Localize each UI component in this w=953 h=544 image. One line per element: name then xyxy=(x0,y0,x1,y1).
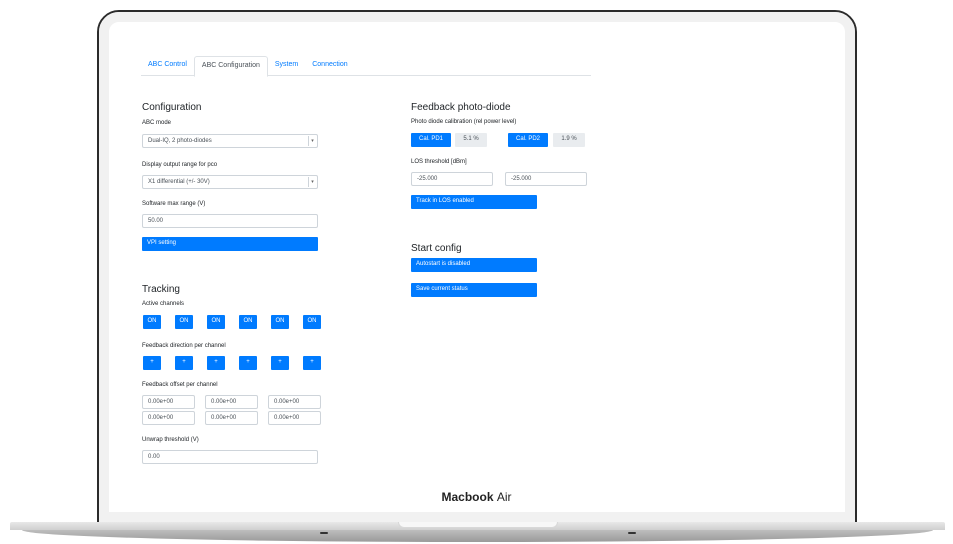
abc-mode-value: Dual-IQ, 2 photo-diodes xyxy=(148,138,212,144)
channel-2-direction-button[interactable]: + xyxy=(175,356,193,370)
pd-calibration-label: Photo diode calibration (rel power level… xyxy=(411,119,517,125)
display-range-select[interactable]: X1 differential (+/- 30V) ▾ xyxy=(142,175,318,189)
los-threshold-2-input[interactable]: -25.000 xyxy=(505,172,587,186)
active-channels-label: Active channels xyxy=(142,301,185,307)
channel-6-direction-button[interactable]: + xyxy=(303,356,321,370)
start-config-heading: Start config xyxy=(411,243,462,254)
abc-mode-select[interactable]: Dual-IQ, 2 photo-diodes ▾ xyxy=(142,134,318,148)
software-max-input[interactable]: 50.00 xyxy=(142,214,318,228)
pd1-value: 5.1 % xyxy=(455,133,487,147)
configuration-heading: Configuration xyxy=(142,102,202,113)
channel-1-offset-input[interactable]: 0.00e+00 xyxy=(142,395,195,409)
channel-5-direction-button[interactable]: + xyxy=(271,356,289,370)
track-in-los-button[interactable]: Track in LOS enabled xyxy=(411,195,537,209)
tracking-heading: Tracking xyxy=(142,284,180,295)
feedback-offset-label: Feedback offset per channel xyxy=(142,382,218,388)
device-model-name: Air xyxy=(496,490,512,504)
autostart-button[interactable]: Autostart is disabled xyxy=(411,258,537,272)
tab-abc-configuration[interactable]: ABC Configuration xyxy=(193,56,268,77)
tab-system[interactable]: System xyxy=(268,56,305,76)
chevron-down-icon: ▾ xyxy=(308,136,316,146)
tab-connection[interactable]: Connection xyxy=(305,56,354,76)
channel-4-active-button[interactable]: ON xyxy=(239,315,257,329)
software-max-label: Software max range (V) xyxy=(142,201,206,207)
channel-1-active-button[interactable]: ON xyxy=(143,315,161,329)
save-current-status-button[interactable]: Save current status xyxy=(411,283,537,297)
channel-2-offset-input[interactable]: 0.00e+00 xyxy=(205,395,258,409)
device-brand: Macbook Air xyxy=(0,490,953,504)
laptop-foot xyxy=(320,532,328,534)
laptop-notch xyxy=(398,522,558,528)
laptop-foot xyxy=(628,532,636,534)
los-threshold-1-input[interactable]: -25.000 xyxy=(411,172,493,186)
vpi-setting-button[interactable]: VPI setting xyxy=(142,237,318,251)
channel-3-direction-button[interactable]: + xyxy=(207,356,225,370)
feedback-pd-heading: Feedback photo-diode xyxy=(411,102,511,113)
unwrap-threshold-label: Unwrap threshold (V) xyxy=(142,437,199,443)
pd2-value: 1.9 % xyxy=(553,133,585,147)
feedback-direction-label: Feedback direction per channel xyxy=(142,343,226,349)
display-range-value: X1 differential (+/- 30V) xyxy=(148,179,210,185)
channel-4-offset-input[interactable]: 0.00e+00 xyxy=(142,411,195,425)
los-threshold-label: LOS threshold [dBm] xyxy=(411,159,467,165)
channel-6-active-button[interactable]: ON xyxy=(303,315,321,329)
channel-6-offset-input[interactable]: 0.00e+00 xyxy=(268,411,321,425)
channel-5-offset-input[interactable]: 0.00e+00 xyxy=(205,411,258,425)
channel-3-active-button[interactable]: ON xyxy=(207,315,225,329)
app-screen: ABC Control ABC Configuration System Con… xyxy=(135,44,822,477)
tab-bar: ABC Control ABC Configuration System Con… xyxy=(141,56,591,77)
cal-pd2-button[interactable]: Cal. PD2 xyxy=(508,133,548,147)
device-brand-name: Macbook xyxy=(441,490,494,504)
display-range-label: Display output range for pco xyxy=(142,162,218,168)
abc-mode-label: ABC mode xyxy=(142,120,172,126)
cal-pd1-button[interactable]: Cal. PD1 xyxy=(411,133,451,147)
channel-1-direction-button[interactable]: + xyxy=(143,356,161,370)
channel-5-active-button[interactable]: ON xyxy=(271,315,289,329)
channel-3-offset-input[interactable]: 0.00e+00 xyxy=(268,395,321,409)
chevron-down-icon: ▾ xyxy=(308,177,316,187)
channel-4-direction-button[interactable]: + xyxy=(239,356,257,370)
laptop-base-bottom xyxy=(22,530,933,542)
unwrap-threshold-input[interactable]: 0.00 xyxy=(142,450,318,464)
tab-abc-control[interactable]: ABC Control xyxy=(141,56,194,76)
channel-2-active-button[interactable]: ON xyxy=(175,315,193,329)
